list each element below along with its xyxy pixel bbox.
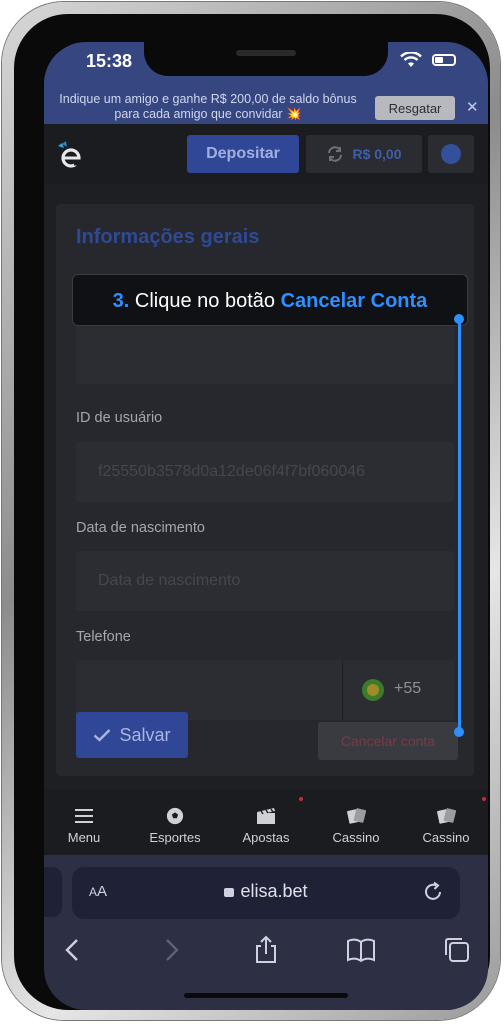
promo-text: Indique um amigo e ganhe R$ 200,00 de sa… <box>59 92 357 121</box>
avatar-icon <box>441 144 461 164</box>
guide-start-dot <box>454 314 464 324</box>
reload-icon[interactable] <box>422 881 444 903</box>
birthdate-placeholder: Data de nascimento <box>98 572 241 589</box>
user-id-label: ID de usuário <box>76 410 163 426</box>
user-id-field[interactable]: f25550b3578d0a12de06f4f7bf060046 <box>76 442 454 502</box>
tutorial-highlight: Cancelar Conta <box>280 290 428 312</box>
bookmarks-icon[interactable] <box>346 935 376 965</box>
nav-item-cassino-2[interactable]: Cassino <box>402 789 488 855</box>
lock-icon <box>224 888 235 897</box>
refresh-icon[interactable] <box>326 146 344 162</box>
cards-icon <box>347 808 366 824</box>
phone-divider <box>342 660 343 720</box>
birthdate-field[interactable]: Data de nascimento <box>76 551 454 611</box>
url-text: elisa.bet <box>240 881 308 901</box>
profile-button[interactable] <box>428 135 474 173</box>
cards-icon <box>437 808 456 824</box>
forward-icon[interactable] <box>156 935 186 965</box>
camera-notch <box>144 42 388 76</box>
nav-label-esportes: Esportes <box>149 830 201 845</box>
nav-item-esportes[interactable]: Esportes <box>131 789 219 855</box>
tutorial-text: Clique no botão <box>134 290 276 312</box>
bottom-nav: Menu Esportes Apostas Cassino Cassino <box>44 789 488 855</box>
name-field[interactable] <box>76 324 454 384</box>
cancel-account-button[interactable]: Cancelar conta <box>318 722 458 760</box>
url-text-wrap: elisa.bet <box>72 881 460 902</box>
nav-item-menu[interactable]: Menu <box>44 789 128 855</box>
save-label: Salvar <box>119 724 171 745</box>
nav-label-cassino: Cassino <box>332 830 380 845</box>
tutorial-guide-line <box>458 319 461 733</box>
nav-item-apostas[interactable]: Apostas <box>222 789 310 855</box>
phone-country-code[interactable]: +55 <box>394 680 421 698</box>
phone-field[interactable]: +55 <box>76 660 454 720</box>
close-icon[interactable]: ✕ <box>466 98 479 116</box>
save-button[interactable]: Salvar <box>76 712 188 758</box>
wifi-icon <box>400 52 422 67</box>
phone-label: Telefone <box>76 629 131 645</box>
promo-banner: Indique um amigo e ganhe R$ 200,00 de sa… <box>44 92 488 124</box>
phone-screen: 15:38 Indique um amigo e ganhe R$ 200,00… <box>44 42 488 1010</box>
redeem-button[interactable]: Resgatar <box>375 96 455 120</box>
previous-tab-address[interactable] <box>44 867 62 917</box>
guide-end-dot <box>454 727 464 737</box>
share-icon[interactable] <box>251 935 281 965</box>
nav-label-apostas: Apostas <box>242 830 290 845</box>
notification-dot <box>299 797 303 801</box>
user-id-value: f25550b3578d0a12de06f4f7bf060046 <box>98 463 365 480</box>
nav-item-cassino[interactable]: Cassino <box>312 789 400 855</box>
balance-amount: R$ 0,00 <box>352 146 402 162</box>
birthdate-label: Data de nascimento <box>76 520 205 536</box>
soccer-ball-icon <box>166 807 184 825</box>
home-indicator <box>184 993 348 998</box>
page-title: Informações gerais <box>76 226 260 248</box>
address-bar[interactable]: AA elisa.bet <box>72 867 460 919</box>
tabs-icon[interactable] <box>442 935 472 965</box>
status-time: 15:38 <box>86 51 133 71</box>
logo-icon[interactable] <box>56 140 84 170</box>
notification-dot <box>482 797 486 801</box>
speaker-grille <box>236 50 296 56</box>
tutorial-step-number: 3. <box>112 290 130 312</box>
brazil-flag-icon[interactable] <box>362 679 384 701</box>
clapper-icon <box>257 808 275 824</box>
check-icon <box>94 729 111 742</box>
nav-label-menu: Menu <box>67 830 101 845</box>
browser-toolbar: AA elisa.bet <box>44 855 488 1010</box>
balance-display[interactable]: R$ 0,00 <box>306 135 422 173</box>
back-icon[interactable] <box>58 935 88 965</box>
tutorial-tooltip: 3. Clique no botão Cancelar Conta <box>72 274 468 326</box>
menu-icon <box>75 809 93 823</box>
deposit-button[interactable]: Depositar <box>187 135 299 173</box>
nav-label-cassino-2: Cassino <box>422 830 470 845</box>
phone-frame: 15:38 Indique um amigo e ganhe R$ 200,00… <box>2 2 500 1020</box>
site-header: Depositar R$ 0,00 <box>44 124 488 184</box>
phone-bezel: 15:38 Indique um amigo e ganhe R$ 200,00… <box>14 14 490 1010</box>
battery-icon <box>432 54 456 66</box>
